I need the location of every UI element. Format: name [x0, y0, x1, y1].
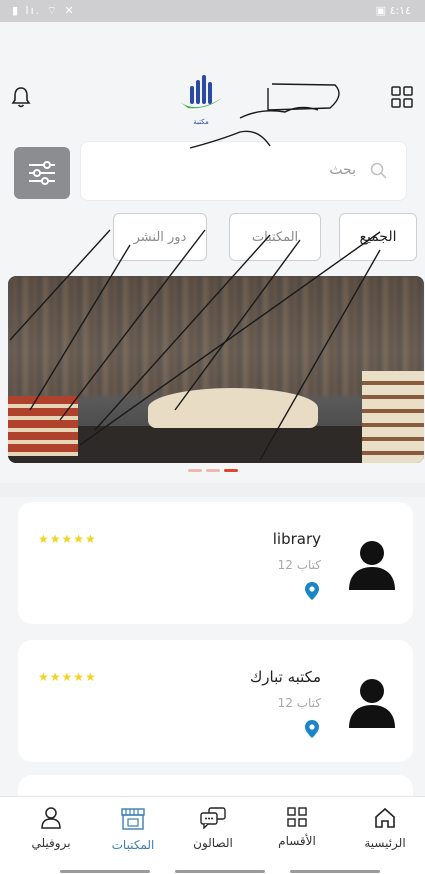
status-bar: ▮ lı. ⌔ ✕ ▣ ٤:١٤	[0, 0, 425, 22]
search-input[interactable]: بحث	[80, 141, 407, 201]
nav-salon-label: الصالون	[193, 836, 233, 850]
library-card[interactable]: ★★★★★ مكتبه تبارك 12 كتاب	[18, 640, 413, 762]
book-count: 12 كتاب	[277, 696, 321, 710]
location-pin-icon[interactable]	[305, 720, 319, 742]
grid-menu-icon[interactable]	[387, 82, 417, 112]
nav-salon[interactable]: الصالون	[173, 807, 253, 850]
chat-icon	[200, 807, 226, 830]
app-logo: مكتبة	[176, 72, 226, 132]
nav-home-label: الرئيسية	[364, 836, 406, 850]
status-icons-left: ▮ lı. ⌔ ✕	[12, 4, 76, 17]
grid-icon	[287, 807, 307, 827]
gesture-bar	[290, 870, 380, 873]
carousel-dot-active[interactable]	[224, 469, 238, 472]
user-avatar-icon	[349, 678, 395, 732]
nav-profile[interactable]: بروفيلي	[11, 807, 91, 850]
library-name: مكتبه تبارك	[249, 668, 321, 686]
nav-sections[interactable]: الأقسام	[257, 807, 337, 848]
library-card[interactable]: ★★★★★ library 12 كتاب	[18, 502, 413, 624]
nav-sections-label: الأقسام	[278, 834, 316, 848]
nav-profile-label: بروفيلي	[31, 836, 71, 850]
home-icon	[375, 807, 395, 828]
logo-text: مكتبة	[193, 118, 209, 126]
rating-stars: ★★★★★	[38, 670, 97, 684]
user-icon	[41, 807, 61, 829]
header: مكتبة بحث الجميع المكتبات دور النشر	[0, 22, 425, 262]
gesture-bar	[60, 870, 150, 873]
library-name: library	[272, 530, 321, 548]
carousel-dots	[188, 469, 238, 472]
filter-button[interactable]	[14, 147, 70, 199]
chip-libraries[interactable]: المكتبات	[229, 213, 321, 261]
status-time: ▣ ٤:١٤	[375, 4, 411, 17]
user-avatar-icon	[349, 540, 395, 594]
bottom-navigation: الرئيسية الأقسام الصالون المكتبات بروفيل…	[0, 796, 425, 874]
search-icon	[370, 162, 388, 184]
chip-all[interactable]: الجميع	[339, 213, 417, 261]
search-placeholder: بحث	[329, 162, 356, 178]
open-book	[148, 388, 318, 428]
nav-libraries[interactable]: المكتبات	[93, 807, 173, 852]
bell-icon[interactable]	[6, 82, 36, 112]
location-pin-icon[interactable]	[305, 582, 319, 604]
rating-stars: ★★★★★	[38, 532, 97, 546]
sliders-icon	[29, 161, 55, 185]
carousel-dot[interactable]	[206, 469, 220, 472]
nav-home[interactable]: الرئيسية	[345, 807, 425, 850]
banner-image[interactable]	[8, 276, 424, 463]
chip-publishers[interactable]: دور النشر	[113, 213, 207, 261]
book-count: 12 كتاب	[277, 558, 321, 572]
book-stack-right	[362, 371, 424, 463]
nav-libraries-label: المكتبات	[111, 838, 155, 852]
gesture-bar	[175, 870, 265, 873]
carousel-dot[interactable]	[188, 469, 202, 472]
store-icon	[121, 808, 145, 830]
section-divider	[0, 483, 425, 497]
book-stack-left	[8, 396, 78, 456]
